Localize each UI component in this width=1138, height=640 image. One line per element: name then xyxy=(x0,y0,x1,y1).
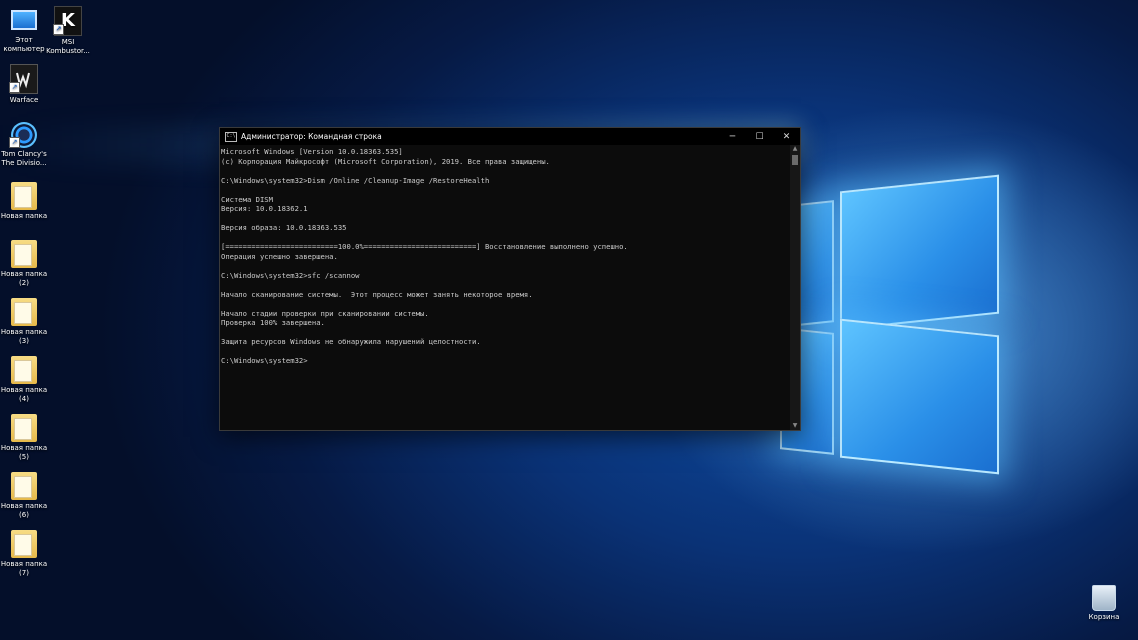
console-output[interactable]: Microsoft Windows [Version 10.0.18363.53… xyxy=(221,146,789,429)
console-line: [==========================100.0%=======… xyxy=(221,242,628,251)
close-button[interactable]: ✕ xyxy=(773,128,800,145)
desktop-icon-folder-7[interactable]: Новая папка (7) xyxy=(0,530,48,577)
console-line: Версия: 10.0.18362.1 xyxy=(221,204,308,213)
console-line: (c) Корпорация Майкрософт (Microsoft Cor… xyxy=(221,156,550,166)
shortcut-arrow-icon: ↗ xyxy=(9,82,20,93)
desktop-icon-label: Новая папка (5) xyxy=(0,444,48,461)
scroll-down-icon[interactable]: ▼ xyxy=(790,422,800,430)
desktop-icon-label: Новая папка xyxy=(0,212,48,220)
msi-kombustor-icon: K ↗ xyxy=(53,6,82,36)
desktop-icon-folder-4[interactable]: Новая папка (4) xyxy=(0,356,48,403)
cmd-icon: C:\ xyxy=(225,131,237,142)
folder-icon xyxy=(11,414,37,442)
desktop-icon-label: Новая папка (7) xyxy=(0,560,48,577)
console-line: C:\Windows\system32>sfc /scannow xyxy=(221,270,360,280)
recycle-bin-icon xyxy=(1092,585,1116,611)
desktop-icon-label: Новая папка (6) xyxy=(0,502,48,519)
desktop-icon-division[interactable]: ↗ Tom Clancy's The Divisio... xyxy=(0,122,48,167)
window-titlebar[interactable]: C:\ Администратор: Командная строка ─ ☐ … xyxy=(220,128,800,145)
folder-icon xyxy=(11,182,37,210)
desktop-icon-msi-kombustor[interactable]: K ↗ MSI Kombustor... xyxy=(44,6,92,55)
console-line: C:\Windows\system32> xyxy=(221,356,308,365)
console-line: Операция успешно завершена. xyxy=(221,251,338,261)
desktop-icon-folder-5[interactable]: Новая папка (5) xyxy=(0,414,48,461)
scrollbar-thumb[interactable] xyxy=(792,155,798,165)
command-prompt-window[interactable]: C:\ Администратор: Командная строка ─ ☐ … xyxy=(219,127,801,431)
window-title: Администратор: Командная строка xyxy=(241,132,382,141)
desktop-icon-folder-2[interactable]: Новая папка (2) xyxy=(0,240,48,287)
desktop-icon-recycle-bin[interactable]: Корзина xyxy=(1084,585,1124,621)
desktop-icon-label: Новая папка (2) xyxy=(0,270,48,287)
desktop-icon-folder-1[interactable]: Новая папка xyxy=(0,182,48,221)
folder-icon xyxy=(11,356,37,384)
shortcut-arrow-icon: ↗ xyxy=(53,24,64,35)
console-line: Начало стадии проверки при сканировании … xyxy=(221,308,429,318)
console-line: Версия образа: 10.0.18363.535 xyxy=(221,223,347,232)
uplay-icon: ↗ xyxy=(9,122,37,148)
desktop-icon-label: Корзина xyxy=(1088,613,1120,621)
desktop-icon-label: Новая папка (3) xyxy=(0,328,48,345)
console-line: C:\Windows\system32>Dism /Online /Cleanu… xyxy=(221,175,490,185)
console-line: Начало сканирование системы. Этот процес… xyxy=(221,289,533,299)
desktop-icon-warface[interactable]: ↗ Warface xyxy=(0,64,48,105)
desktop-icon-this-pc[interactable]: Этот компьютер xyxy=(0,6,48,53)
folder-icon xyxy=(11,472,37,500)
folder-icon xyxy=(11,530,37,558)
shortcut-arrow-icon: ↗ xyxy=(9,137,20,148)
desktop-icon-label: Новая папка (4) xyxy=(0,386,48,403)
warface-icon: ↗ xyxy=(9,64,38,94)
folder-icon xyxy=(11,240,37,268)
desktop-icon-label: Этот компьютер xyxy=(3,36,45,53)
folder-icon xyxy=(11,298,37,326)
console-line: Защита ресурсов Windows не обнаружила на… xyxy=(221,337,481,346)
desktop-icon-folder-3[interactable]: Новая папка (3) xyxy=(0,298,48,345)
desktop-icon-folder-6[interactable]: Новая папка (6) xyxy=(0,472,48,519)
console-line: Cистема DISM xyxy=(221,194,273,204)
maximize-button[interactable]: ☐ xyxy=(746,128,773,145)
desktop-icon-label: MSI Kombustor... xyxy=(46,38,90,55)
scroll-up-icon[interactable]: ▲ xyxy=(790,145,800,153)
desktop-icon-label: Tom Clancy's The Divisio... xyxy=(1,150,47,167)
console-line: Проверка 100% завершена. xyxy=(221,318,325,327)
console-line: Microsoft Windows [Version 10.0.18363.53… xyxy=(221,147,403,156)
vertical-scrollbar[interactable]: ▲ ▼ xyxy=(790,145,800,430)
computer-icon xyxy=(11,10,37,30)
desktop-icon-label: Warface xyxy=(9,96,39,104)
minimize-button[interactable]: ─ xyxy=(719,128,746,145)
